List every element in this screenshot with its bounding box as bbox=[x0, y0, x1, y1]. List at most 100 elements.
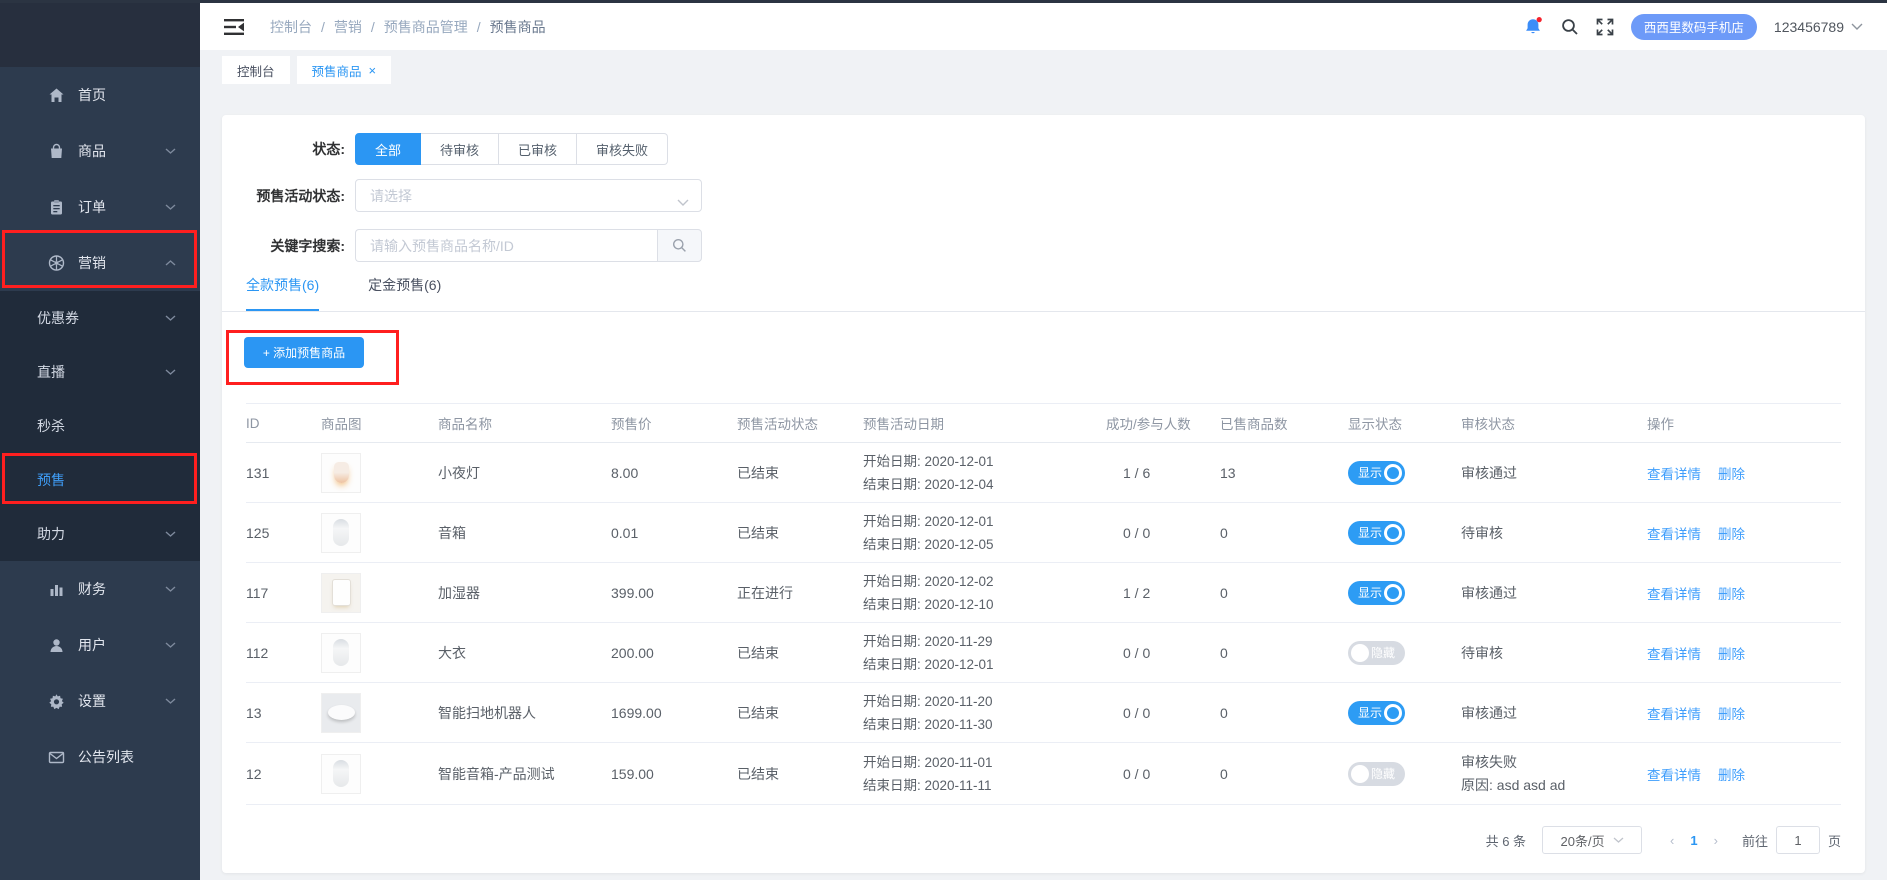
username-text: 123456789 bbox=[1774, 19, 1844, 35]
sidebar-item-marketing[interactable]: 营销 bbox=[0, 235, 200, 291]
sidebar-item-label: 助力 bbox=[37, 524, 65, 544]
delete-link[interactable]: 删除 bbox=[1718, 643, 1745, 663]
sidebar-item-flash-sale[interactable]: 秒杀 bbox=[0, 399, 200, 453]
sidebar-item-label: 首页 bbox=[78, 85, 106, 105]
column-header-success-participants: 成功/参与人数 bbox=[1106, 413, 1220, 433]
activity-status-select-value[interactable] bbox=[356, 188, 636, 204]
page-number-current[interactable]: 1 bbox=[1684, 833, 1703, 848]
view-tab-console[interactable]: 控制台 bbox=[222, 56, 290, 84]
product-thumbnail bbox=[321, 453, 361, 493]
status-option-reviewed[interactable]: 已审核 bbox=[499, 133, 577, 165]
cell-price: 1699.00 bbox=[611, 705, 737, 721]
display-status-toggle[interactable]: 显示 bbox=[1348, 521, 1405, 545]
column-header-audit-status: 审核状态 bbox=[1461, 413, 1647, 433]
breadcrumb-separator: / bbox=[477, 19, 481, 35]
cell-product-name: 小夜灯 bbox=[438, 463, 611, 483]
notification-bell-icon[interactable] bbox=[1524, 16, 1544, 37]
delete-link[interactable]: 删除 bbox=[1718, 463, 1745, 483]
sidebar-item-label: 订单 bbox=[78, 197, 106, 217]
clipboard-icon bbox=[48, 199, 65, 216]
search-icon[interactable] bbox=[1561, 18, 1579, 36]
view-details-link[interactable]: 查看详情 bbox=[1647, 523, 1701, 543]
breadcrumb-item[interactable]: 营销 bbox=[334, 17, 362, 37]
display-status-toggle[interactable]: 显示 bbox=[1348, 461, 1405, 485]
sidebar-item-coupons[interactable]: 优惠券 bbox=[0, 291, 200, 345]
column-header-price: 预售价 bbox=[611, 413, 737, 433]
next-page-button[interactable]: › bbox=[1704, 833, 1728, 848]
sidebar-collapse-icon[interactable] bbox=[224, 19, 244, 35]
status-option-pending[interactable]: 待审核 bbox=[421, 133, 499, 165]
breadcrumb-item[interactable]: 控制台 bbox=[270, 17, 312, 37]
sidebar-item-goods[interactable]: 商品 bbox=[0, 123, 200, 179]
delete-link[interactable]: 删除 bbox=[1718, 703, 1745, 723]
column-header-activity-status: 预售活动状态 bbox=[737, 413, 863, 433]
product-thumbnail bbox=[321, 754, 361, 794]
start-date: 开始日期: 2020-12-01 bbox=[863, 450, 1098, 473]
header-actions: 西西里数码手机店 123456789 bbox=[1524, 14, 1863, 40]
sidebar-item-boost[interactable]: 助力 bbox=[0, 507, 200, 561]
cell-success-participants: 0 / 0 bbox=[1106, 645, 1220, 661]
add-presale-product-button[interactable]: + 添加预售商品 bbox=[244, 337, 364, 368]
activity-status-select[interactable] bbox=[355, 179, 702, 212]
cell-activity-status: 已结束 bbox=[737, 523, 863, 543]
sidebar-item-livestream[interactable]: 直播 bbox=[0, 345, 200, 399]
admin-app: 首页 商品 订单 营销 bbox=[0, 0, 1887, 880]
table-row: 13 智能扫地机器人 1699.00 已结束 开始日期: 2020-11-20 … bbox=[246, 683, 1841, 743]
user-menu[interactable]: 123456789 bbox=[1774, 19, 1863, 35]
filter-row-status: 状态: 全部 待审核 已审核 审核失败 bbox=[222, 133, 668, 165]
toggle-knob bbox=[1384, 464, 1402, 482]
sidebar-item-label: 公告列表 bbox=[78, 747, 134, 767]
sidebar-item-presale[interactable]: 预售 bbox=[0, 453, 200, 507]
cell-actions: 查看详情 删除 bbox=[1647, 764, 1839, 784]
keyword-search-button[interactable] bbox=[657, 229, 702, 262]
presale-type-tabs: 全款预售(6) 定金预售(6) bbox=[222, 275, 1865, 312]
sidebar-item-users[interactable]: 用户 bbox=[0, 617, 200, 673]
display-status-toggle[interactable]: 显示 bbox=[1348, 701, 1405, 725]
prev-page-button[interactable]: ‹ bbox=[1660, 833, 1684, 848]
cell-success-participants: 0 / 0 bbox=[1106, 766, 1220, 782]
cell-activity-status: 已结束 bbox=[737, 703, 863, 723]
sidebar-item-label: 直播 bbox=[37, 362, 65, 382]
product-thumbnail bbox=[321, 573, 361, 613]
product-thumbnail bbox=[321, 633, 361, 673]
end-date: 结束日期: 2020-11-11 bbox=[863, 774, 1098, 797]
sidebar-item-home[interactable]: 首页 bbox=[0, 67, 200, 123]
sidebar-item-finance[interactable]: 财务 bbox=[0, 561, 200, 617]
sidebar-item-settings[interactable]: 设置 bbox=[0, 673, 200, 729]
column-header-sold-count: 已售商品数 bbox=[1220, 413, 1348, 433]
top-header: 控制台 / 营销 / 预售商品管理 / 预售商品 西西里数码手机店 123456… bbox=[200, 3, 1887, 50]
breadcrumb-item-current: 预售商品 bbox=[490, 17, 546, 37]
column-header-image: 商品图 bbox=[321, 413, 438, 433]
view-details-link[interactable]: 查看详情 bbox=[1647, 583, 1701, 603]
goto-page-input[interactable] bbox=[1776, 826, 1820, 854]
delete-link[interactable]: 删除 bbox=[1718, 583, 1745, 603]
close-icon[interactable]: × bbox=[369, 64, 377, 77]
keyword-search-input[interactable] bbox=[355, 229, 657, 262]
sidebar-item-orders[interactable]: 订单 bbox=[0, 179, 200, 235]
view-details-link[interactable]: 查看详情 bbox=[1647, 764, 1701, 784]
display-status-toggle[interactable]: 隐藏 bbox=[1348, 762, 1405, 786]
tab-deposit-presale[interactable]: 定金预售(6) bbox=[368, 275, 441, 311]
shop-name-badge[interactable]: 西西里数码手机店 bbox=[1631, 14, 1757, 40]
cell-sold-count: 0 bbox=[1220, 525, 1348, 541]
page-size-select[interactable]: 20条/页 bbox=[1542, 826, 1642, 854]
display-status-toggle[interactable]: 隐藏 bbox=[1348, 641, 1405, 665]
fullscreen-icon[interactable] bbox=[1596, 18, 1614, 36]
breadcrumb-item[interactable]: 预售商品管理 bbox=[384, 17, 468, 37]
display-status-toggle[interactable]: 显示 bbox=[1348, 581, 1405, 605]
delete-link[interactable]: 删除 bbox=[1718, 764, 1745, 784]
chevron-up-icon bbox=[165, 260, 176, 266]
view-details-link[interactable]: 查看详情 bbox=[1647, 703, 1701, 723]
delete-link[interactable]: 删除 bbox=[1718, 523, 1745, 543]
sidebar-item-announcements[interactable]: 公告列表 bbox=[0, 729, 200, 785]
view-details-link[interactable]: 查看详情 bbox=[1647, 643, 1701, 663]
status-option-all[interactable]: 全部 bbox=[355, 133, 421, 165]
page-unit-label: 页 bbox=[1828, 831, 1841, 850]
tab-full-payment-presale[interactable]: 全款预售(6) bbox=[246, 275, 319, 311]
view-details-link[interactable]: 查看详情 bbox=[1647, 463, 1701, 483]
status-option-failed[interactable]: 审核失败 bbox=[577, 133, 668, 165]
view-tab-presale-goods[interactable]: 预售商品 × bbox=[297, 56, 392, 84]
chevron-down-icon bbox=[165, 642, 176, 648]
cell-activity-date: 开始日期: 2020-11-29 结束日期: 2020-12-01 bbox=[863, 630, 1106, 676]
column-header-name: 商品名称 bbox=[438, 413, 611, 433]
